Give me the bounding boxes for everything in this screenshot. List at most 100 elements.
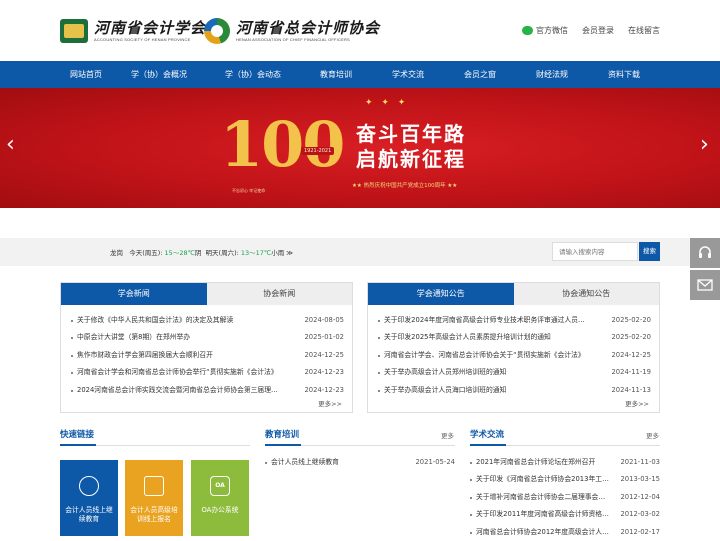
academic-item-title[interactable]: 关于印发《河南省总会计师协会2013年工作要点》的通知	[470, 471, 610, 488]
list-item[interactable]: 关于修改《中华人民共和国会计法》的决定及其解读 2024-08-05	[71, 312, 344, 329]
logo1-english-name: ACCOUNTING SOCIETY OF HENAN PROVINCE	[94, 37, 191, 42]
news-panel: 学会新闻 协会新闻 关于修改《中华人民共和国会计法》的决定及其解读 2024-08…	[60, 282, 353, 413]
notice-date: 2024-12-25	[611, 350, 651, 359]
weather-today-cond: 阴	[194, 249, 202, 257]
news-date: 2024-12-23	[304, 385, 344, 394]
weather-widget: 龙岗 今天(周五): 15～28℃阴 明天(周六): 13～17℃小雨 ≫	[110, 247, 293, 257]
academic-divider	[470, 444, 660, 446]
news-title[interactable]: 焦作市财政会计学会第四届换届大会顺利召开	[71, 347, 213, 364]
academic-item-title[interactable]: 2021年河南省总会计师论坛在郑州召开	[470, 454, 595, 471]
nav-overview[interactable]: 学（协）会概况	[112, 61, 206, 88]
nav-home[interactable]: 网站首页	[60, 61, 112, 88]
graduation-cap-icon	[79, 476, 99, 496]
nav-news[interactable]: 学（协）会动态	[206, 61, 300, 88]
academic-item-title[interactable]: 关于增补河南省总会计师协会二届理事会理事的通知	[470, 489, 610, 506]
top-links: 官方微信 会员登录 在线留言	[522, 25, 660, 36]
weather-today-temp: 15～28℃	[164, 249, 195, 257]
weather-more-arrow[interactable]: ≫	[286, 249, 293, 257]
training-more-link[interactable]: 更多	[441, 430, 454, 440]
banner-next-icon[interactable]: ›	[700, 134, 709, 156]
list-item[interactable]: 关于印发2011年度河南省高级会计师资格人员名单的通知 2012-03-02	[470, 506, 660, 523]
search-input[interactable]	[552, 242, 638, 261]
notice-title[interactable]: 关于举办高级会计人员海口培训班的通知	[378, 382, 506, 399]
academic-title: 学术交流	[470, 430, 505, 440]
banner-title-line2: 启航新征程	[356, 147, 466, 171]
notice-title[interactable]: 关于印发2025年高级会计人员素质提升培训计划的通知	[378, 329, 551, 346]
tab-society-news[interactable]: 学会新闻	[61, 283, 207, 305]
academic-item-date: 2013-03-15	[620, 475, 660, 484]
tab-association-notices[interactable]: 协会通知公告	[514, 283, 660, 305]
news-date: 2024-12-23	[304, 368, 344, 377]
list-item[interactable]: 会计人员线上继续教育 2021-05-24	[265, 454, 455, 471]
list-item[interactable]: 2021年河南省总会计师论坛在郑州召开 2021-11-03	[470, 454, 660, 471]
list-item[interactable]: 关于增补河南省总会计师协会二届理事会理事的通知 2012-12-04	[470, 489, 660, 506]
wechat-link[interactable]: 官方微信	[522, 25, 568, 36]
academic-list: 2021年河南省总会计师论坛在郑州召开 2021-11-03 关于印发《河南省总会…	[470, 454, 660, 541]
banner-centenary-number: 100	[220, 108, 345, 181]
weather-tomorrow-cond: 小雨	[271, 249, 285, 257]
weather-today-label: 今天(周五):	[129, 249, 163, 257]
notice-date: 2024-11-19	[611, 368, 651, 377]
banner-prev-icon[interactable]: ‹	[6, 134, 15, 156]
quick-link-label: 会计人员线上继续教育	[65, 506, 113, 523]
list-item[interactable]: 关于举办高级会计人员海口培训班的通知 2024-11-13	[378, 382, 651, 399]
news-title[interactable]: 关于修改《中华人民共和国会计法》的决定及其解读	[71, 312, 233, 329]
hero-banner[interactable]: ‹ › ✦ ✦ ✦ 100 1921-2021 奋斗百年路 启航新征程 ★★ 热…	[0, 88, 720, 208]
quick-link-senior-training[interactable]: 会计人员高级培训线上报名	[125, 460, 183, 536]
training-list: 会计人员线上继续教育 2021-05-24	[265, 454, 455, 471]
news-date: 2024-12-25	[304, 350, 344, 359]
training-divider	[265, 444, 455, 446]
academic-item-title[interactable]: 关于印发2011年度河南省高级会计师资格人员名单的通知	[470, 506, 610, 523]
list-item[interactable]: 关于印发《河南省总会计师协会2013年工作要点》的通知 2013-03-15	[470, 471, 660, 488]
tab-society-notices[interactable]: 学会通知公告	[368, 283, 514, 305]
list-item[interactable]: 2024河南省总会计师实践交流会暨河南省总会计师协会第三届理事会 2024-12-…	[71, 382, 344, 399]
news-date: 2025-01-02	[304, 333, 344, 342]
notice-more-link[interactable]: 更多>>	[625, 398, 649, 408]
training-item-title[interactable]: 会计人员线上继续教育	[265, 454, 339, 471]
list-item[interactable]: 中原会计大讲堂（第8期）在郑州举办 2025-01-02	[71, 329, 344, 346]
news-title[interactable]: 中原会计大讲堂（第8期）在郑州举办	[71, 329, 190, 346]
logo1-chinese-name: 河南省会计学会	[94, 19, 207, 37]
online-message-link[interactable]: 在线留言	[628, 25, 660, 36]
nav-regulations[interactable]: 财经法规	[516, 61, 588, 88]
quick-link-continuing-education[interactable]: 会计人员线上继续教育	[60, 460, 118, 536]
customer-service-button[interactable]	[690, 238, 720, 268]
wechat-link-label: 官方微信	[536, 26, 568, 35]
list-item[interactable]: 关于印发2024年度河南省高级会计师专业技术职务评审通过人员名单 2025-02-…	[378, 312, 651, 329]
banner-years: 1921-2021	[301, 147, 335, 155]
list-item[interactable]: 河南省会计学会和河南省总会计师协会举行“贯彻实施新《会计法》 2024-12-23	[71, 364, 344, 381]
nav-training[interactable]: 教育培训	[300, 61, 372, 88]
member-login-link[interactable]: 会员登录	[582, 25, 614, 36]
list-item[interactable]: 河南省会计学会、河南省总会计师协会关于“贯彻实施新《会计法》 2024-12-25	[378, 347, 651, 364]
notice-title[interactable]: 河南省会计学会、河南省总会计师协会关于“贯彻实施新《会计法》	[378, 347, 585, 364]
news-more-link[interactable]: 更多>>	[318, 398, 342, 408]
notice-panel: 学会通知公告 协会通知公告 关于印发2024年度河南省高级会计师专业技术职务评审…	[367, 282, 660, 413]
weather-tomorrow-temp: 13～17℃	[240, 249, 272, 257]
site-header: 河南省会计学会 ACCOUNTING SOCIETY OF HENAN PROV…	[0, 0, 720, 61]
news-title[interactable]: 2024河南省总会计师实践交流会暨河南省总会计师协会第三届理事会	[71, 382, 283, 399]
academic-more-link[interactable]: 更多	[646, 430, 659, 440]
logo2-chinese-name: 河南省总会计师协会	[236, 19, 381, 37]
list-item[interactable]: 河南省总会计师协会2012年度高级会计人员培训 2012-02-17	[470, 524, 660, 541]
nav-members[interactable]: 会员之窗	[444, 61, 516, 88]
notice-title[interactable]: 关于印发2024年度河南省高级会计师专业技术职务评审通过人员名单	[378, 312, 590, 329]
search-button[interactable]: 搜索	[639, 242, 660, 261]
news-title[interactable]: 河南省会计学会和河南省总会计师协会举行“贯彻实施新《会计法》	[71, 364, 278, 381]
tab-association-news[interactable]: 协会新闻	[207, 283, 353, 305]
email-button[interactable]	[690, 270, 720, 300]
quick-links-divider	[60, 444, 250, 446]
nav-downloads[interactable]: 资料下载	[588, 61, 660, 88]
weather-tomorrow-label: 明天(周六):	[205, 249, 239, 257]
academic-item-title[interactable]: 河南省总会计师协会2012年度高级会计人员培训	[470, 524, 610, 541]
list-item[interactable]: 关于印发2025年高级会计人员素质提升培训计划的通知 2025-02-20	[378, 329, 651, 346]
nav-academic[interactable]: 学术交流	[372, 61, 444, 88]
cfo-association-logo[interactable]: 河南省总会计师协会 HENAN ASSOCIATION OF CHIEF FIN…	[204, 17, 380, 45]
academic-item-date: 2012-03-02	[620, 510, 660, 519]
monitor-icon	[144, 476, 164, 496]
notice-title[interactable]: 关于举办高级会计人员郑州培训班的通知	[378, 364, 506, 381]
info-bar: 龙岗 今天(周五): 15～28℃阴 明天(周六): 13～17℃小雨 ≫ 搜索	[0, 238, 720, 266]
list-item[interactable]: 关于举办高级会计人员郑州培训班的通知 2024-11-19	[378, 364, 651, 381]
list-item[interactable]: 焦作市财政会计学会第四届换届大会顺利召开 2024-12-25	[71, 347, 344, 364]
accounting-society-logo[interactable]: 河南省会计学会 ACCOUNTING SOCIETY OF HENAN PROV…	[60, 17, 206, 45]
quick-link-oa-system[interactable]: OA OA办公系统	[191, 460, 249, 536]
